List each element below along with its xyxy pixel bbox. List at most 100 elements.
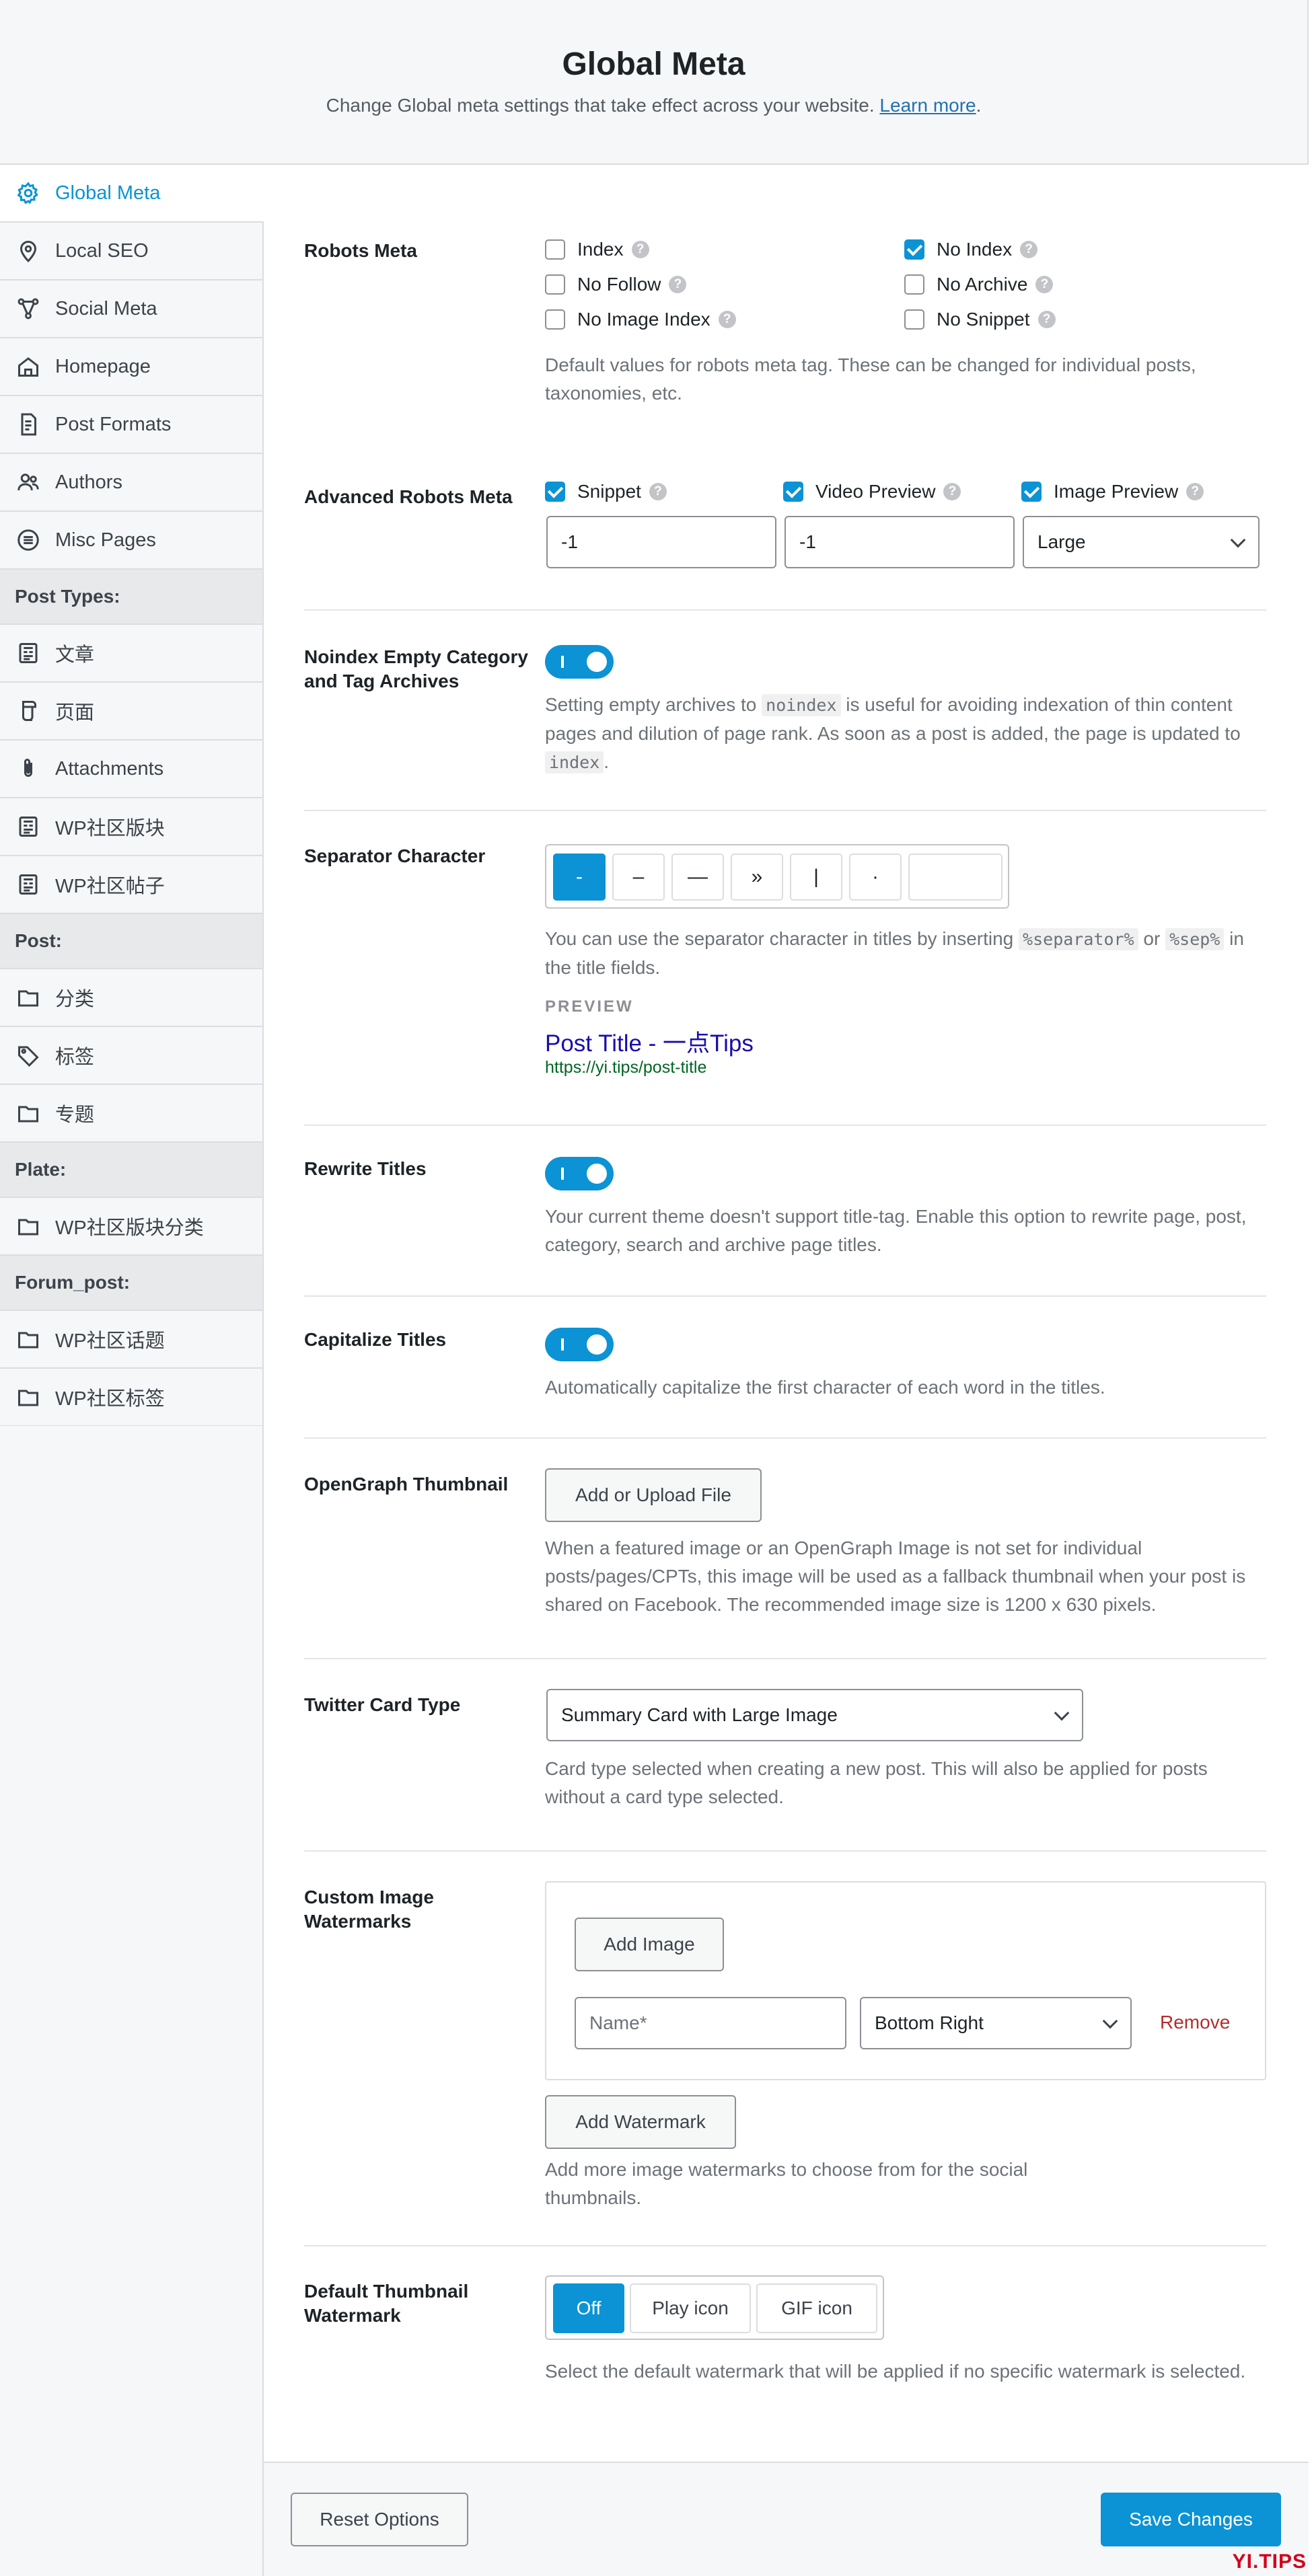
image-preview-select[interactable]: Large — [1023, 516, 1260, 568]
separator-option-em-dash[interactable]: — — [671, 854, 724, 901]
sidebar-item-post-type-topic[interactable]: WP社区帖子 — [0, 856, 264, 914]
settings-footer: Reset Options Save Changes — [264, 2462, 1309, 2576]
sidebar-item-misc-pages[interactable]: Misc Pages — [0, 512, 264, 570]
watermark-option-play-icon[interactable]: Play icon — [630, 2283, 751, 2333]
capitalize-titles-row: Capitalize Titles Automatically capitali… — [304, 1328, 1266, 1408]
opengraph-label: OpenGraph Thumbnail — [304, 1474, 509, 1494]
custom-watermarks-description: Add more image watermarks to choose from… — [545, 2159, 1028, 2208]
capitalize-titles-description: Automatically capitalize the first chara… — [545, 1377, 1105, 1398]
default-watermark-description: Select the default watermark that will b… — [545, 2361, 1246, 2382]
add-watermark-button[interactable]: Add Watermark — [545, 2095, 736, 2149]
page-header: Global Meta Change Global meta settings … — [0, 0, 1309, 165]
sidebar-item-local-seo[interactable]: Local SEO — [0, 223, 264, 280]
article-icon — [15, 871, 42, 898]
sidebar-item-authors[interactable]: Authors — [0, 454, 264, 512]
sidebar-item-topic[interactable]: 专题 — [0, 1085, 264, 1143]
help-icon[interactable]: ? — [631, 241, 649, 258]
sidebar-item-forum-topic[interactable]: WP社区话题 — [0, 1311, 264, 1369]
help-icon[interactable]: ? — [1037, 311, 1056, 328]
preview-title: Post Title - 一点Tips — [545, 1030, 754, 1057]
advanced-robots-label: Advanced Robots Meta — [304, 486, 513, 507]
separator-option-raquo[interactable]: » — [731, 854, 783, 901]
watermark-name-input[interactable]: Name* — [575, 1997, 846, 2049]
add-upload-file-button[interactable]: Add or Upload File — [545, 1468, 762, 1522]
chevron-down-icon — [1230, 532, 1246, 548]
sidebar-item-social-meta[interactable]: Social Meta — [0, 280, 264, 338]
checkbox-index[interactable]: Index? — [545, 239, 649, 260]
watermark-item: Add Image Name* Bottom Right Remove — [545, 1881, 1266, 2080]
checkbox-video-preview[interactable]: Video Preview? — [783, 481, 961, 502]
separator-label: Separator Character — [304, 845, 486, 866]
checkbox-no-follow[interactable]: No Follow? — [545, 274, 687, 295]
video-preview-checkbox[interactable] — [783, 482, 803, 502]
noindex-empty-toggle[interactable] — [545, 645, 614, 679]
sidebar-item-homepage[interactable]: Homepage — [0, 338, 264, 396]
sidebar-item-post-type-forum[interactable]: WP社区版块 — [0, 798, 264, 856]
robots-meta-description: Default values for robots meta tag. Thes… — [545, 354, 1196, 404]
separator-option-hyphen[interactable]: - — [553, 854, 606, 901]
sidebar-heading-forum-post: Forum_post: — [0, 1256, 264, 1311]
no-index-checkbox[interactable] — [904, 239, 924, 260]
sidebar-heading-plate: Plate: — [0, 1143, 264, 1198]
save-changes-button[interactable]: Save Changes — [1101, 2493, 1281, 2546]
tag-icon — [15, 1042, 42, 1069]
sidebar-item-category[interactable]: 分类 — [0, 969, 264, 1027]
sidebar-item-post-type-article[interactable]: 文章 — [0, 625, 264, 683]
divider — [304, 810, 1266, 811]
sidebar-item-forum-category[interactable]: WP社区版块分类 — [0, 1198, 264, 1256]
sidebar-item-global-meta[interactable]: Global Meta — [0, 165, 264, 223]
remove-watermark-link[interactable]: Remove — [1160, 2012, 1230, 2033]
index-checkbox[interactable] — [545, 239, 565, 260]
list-circle-icon — [15, 527, 42, 554]
sidebar-item-post-type-page[interactable]: 页面 — [0, 683, 264, 741]
document-icon — [15, 411, 42, 438]
snippet-length-input[interactable]: -1 — [546, 516, 776, 568]
rewrite-titles-description: Your current theme doesn't support title… — [545, 1206, 1247, 1255]
rewrite-titles-toggle[interactable] — [545, 1157, 614, 1190]
no-archive-checkbox[interactable] — [904, 274, 924, 295]
capitalize-titles-toggle[interactable] — [545, 1328, 614, 1361]
rewrite-titles-label: Rewrite Titles — [304, 1158, 427, 1179]
checkbox-no-snippet[interactable]: No Snippet? — [904, 309, 1056, 330]
watermark-option-off[interactable]: Off — [553, 2283, 624, 2333]
snippet-checkbox[interactable] — [545, 482, 565, 502]
checkbox-no-image-index[interactable]: No Image Index? — [545, 309, 736, 330]
twitter-card-type-select[interactable]: Summary Card with Large Image — [546, 1689, 1083, 1741]
separator-custom-input[interactable] — [908, 854, 1003, 901]
help-icon[interactable]: ? — [943, 483, 961, 500]
no-image-index-checkbox[interactable] — [545, 309, 565, 330]
watermark-option-gif-icon[interactable]: GIF icon — [756, 2283, 877, 2333]
noindex-empty-description: Setting empty archives to noindex is use… — [545, 694, 1241, 773]
help-icon[interactable]: ? — [1020, 241, 1038, 258]
no-follow-checkbox[interactable] — [545, 274, 565, 295]
checkbox-snippet[interactable]: Snippet? — [545, 481, 667, 502]
checkbox-no-index[interactable]: No Index? — [904, 239, 1038, 260]
sidebar-item-forum-tag[interactable]: WP社区标签 — [0, 1369, 264, 1427]
checkbox-no-archive[interactable]: No Archive? — [904, 274, 1054, 295]
no-snippet-checkbox[interactable] — [904, 309, 924, 330]
add-image-button[interactable]: Add Image — [575, 1918, 724, 1971]
help-icon[interactable]: ? — [1035, 276, 1054, 293]
watermark-position-select[interactable]: Bottom Right — [860, 1997, 1132, 2049]
separator-row: Separator Character - – — » | · You can … — [304, 844, 1266, 1093]
image-preview-checkbox[interactable] — [1021, 482, 1042, 502]
separator-option-en-dash[interactable]: – — [612, 854, 665, 901]
help-icon[interactable]: ? — [669, 276, 687, 293]
help-icon[interactable]: ? — [1186, 483, 1204, 500]
learn-more-link[interactable]: Learn more — [879, 95, 976, 116]
separator-description: You can use the separator character in t… — [545, 928, 1244, 978]
help-icon[interactable]: ? — [649, 483, 667, 500]
map-pin-icon — [15, 237, 42, 264]
help-icon[interactable]: ? — [718, 311, 736, 328]
folder-icon — [15, 1213, 42, 1240]
separator-option-pipe[interactable]: | — [790, 854, 842, 901]
sidebar-item-tag[interactable]: 标签 — [0, 1027, 264, 1085]
sidebar-item-post-formats[interactable]: Post Formats — [0, 396, 264, 454]
separator-option-middot[interactable]: · — [849, 854, 902, 901]
reset-options-button[interactable]: Reset Options — [291, 2493, 468, 2546]
opengraph-description: When a featured image or an OpenGraph Im… — [545, 1538, 1246, 1615]
divider — [304, 1295, 1266, 1297]
sidebar-item-post-type-attachments[interactable]: Attachments — [0, 741, 264, 798]
video-preview-input[interactable]: -1 — [785, 516, 1015, 568]
checkbox-image-preview[interactable]: Image Preview? — [1021, 481, 1204, 502]
